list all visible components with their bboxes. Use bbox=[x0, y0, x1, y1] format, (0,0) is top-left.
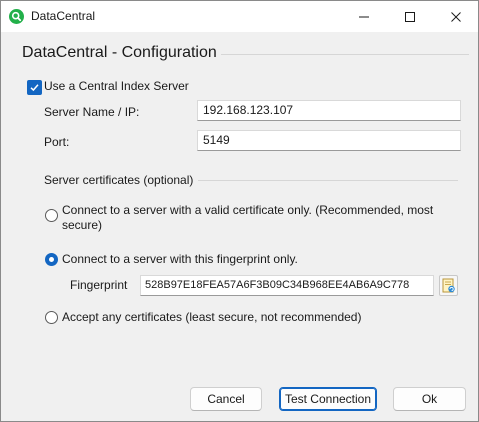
fingerprint-option-label[interactable]: Connect to a server with this fingerprin… bbox=[62, 252, 452, 267]
central-index-checkbox[interactable] bbox=[27, 80, 42, 95]
page-title: DataCentral - Configuration bbox=[22, 44, 217, 61]
fetch-fingerprint-button[interactable] bbox=[439, 275, 458, 296]
window-title: DataCentral bbox=[31, 9, 96, 23]
test-connection-button[interactable]: Test Connection bbox=[279, 387, 377, 411]
accept-any-label[interactable]: Accept any certificates (least secure, n… bbox=[62, 310, 452, 325]
fingerprint-input[interactable]: 528B97E18FEA57A6F3B09C34B968EE4AB6A9C778 bbox=[140, 275, 434, 296]
ok-button[interactable]: Ok bbox=[393, 387, 466, 411]
certificates-divider bbox=[198, 180, 458, 181]
server-name-label: Server Name / IP: bbox=[44, 105, 140, 119]
central-index-label[interactable]: Use a Central Index Server bbox=[44, 79, 189, 93]
close-button[interactable] bbox=[433, 1, 478, 32]
certificates-section-label: Server certificates (optional) bbox=[44, 173, 194, 187]
search-magnifier-icon bbox=[9, 9, 24, 24]
heading-divider bbox=[221, 54, 469, 55]
maximize-button[interactable] bbox=[387, 1, 433, 32]
fingerprint-radio[interactable] bbox=[45, 253, 58, 266]
checkmark-icon bbox=[30, 84, 39, 92]
accept-any-radio[interactable] bbox=[45, 311, 58, 324]
configuration-window: DataCentral DataCentral - Configuration bbox=[0, 0, 479, 422]
valid-certificate-radio[interactable] bbox=[45, 209, 58, 222]
dialog-content: DataCentral - Configuration Use a Centra… bbox=[1, 32, 478, 421]
minimize-button[interactable] bbox=[341, 1, 387, 32]
refresh-document-icon bbox=[442, 278, 455, 293]
close-icon bbox=[451, 12, 461, 22]
valid-certificate-label[interactable]: Connect to a server with a valid certifi… bbox=[62, 203, 452, 233]
port-label: Port: bbox=[44, 135, 70, 149]
cancel-button[interactable]: Cancel bbox=[190, 387, 262, 411]
maximize-icon bbox=[405, 12, 415, 22]
title-bar[interactable]: DataCentral bbox=[1, 1, 478, 32]
fingerprint-label: Fingerprint bbox=[70, 278, 128, 292]
minimize-icon bbox=[359, 16, 369, 18]
server-name-input[interactable]: 192.168.123.107 bbox=[197, 100, 461, 121]
port-input[interactable]: 5149 bbox=[197, 130, 461, 151]
